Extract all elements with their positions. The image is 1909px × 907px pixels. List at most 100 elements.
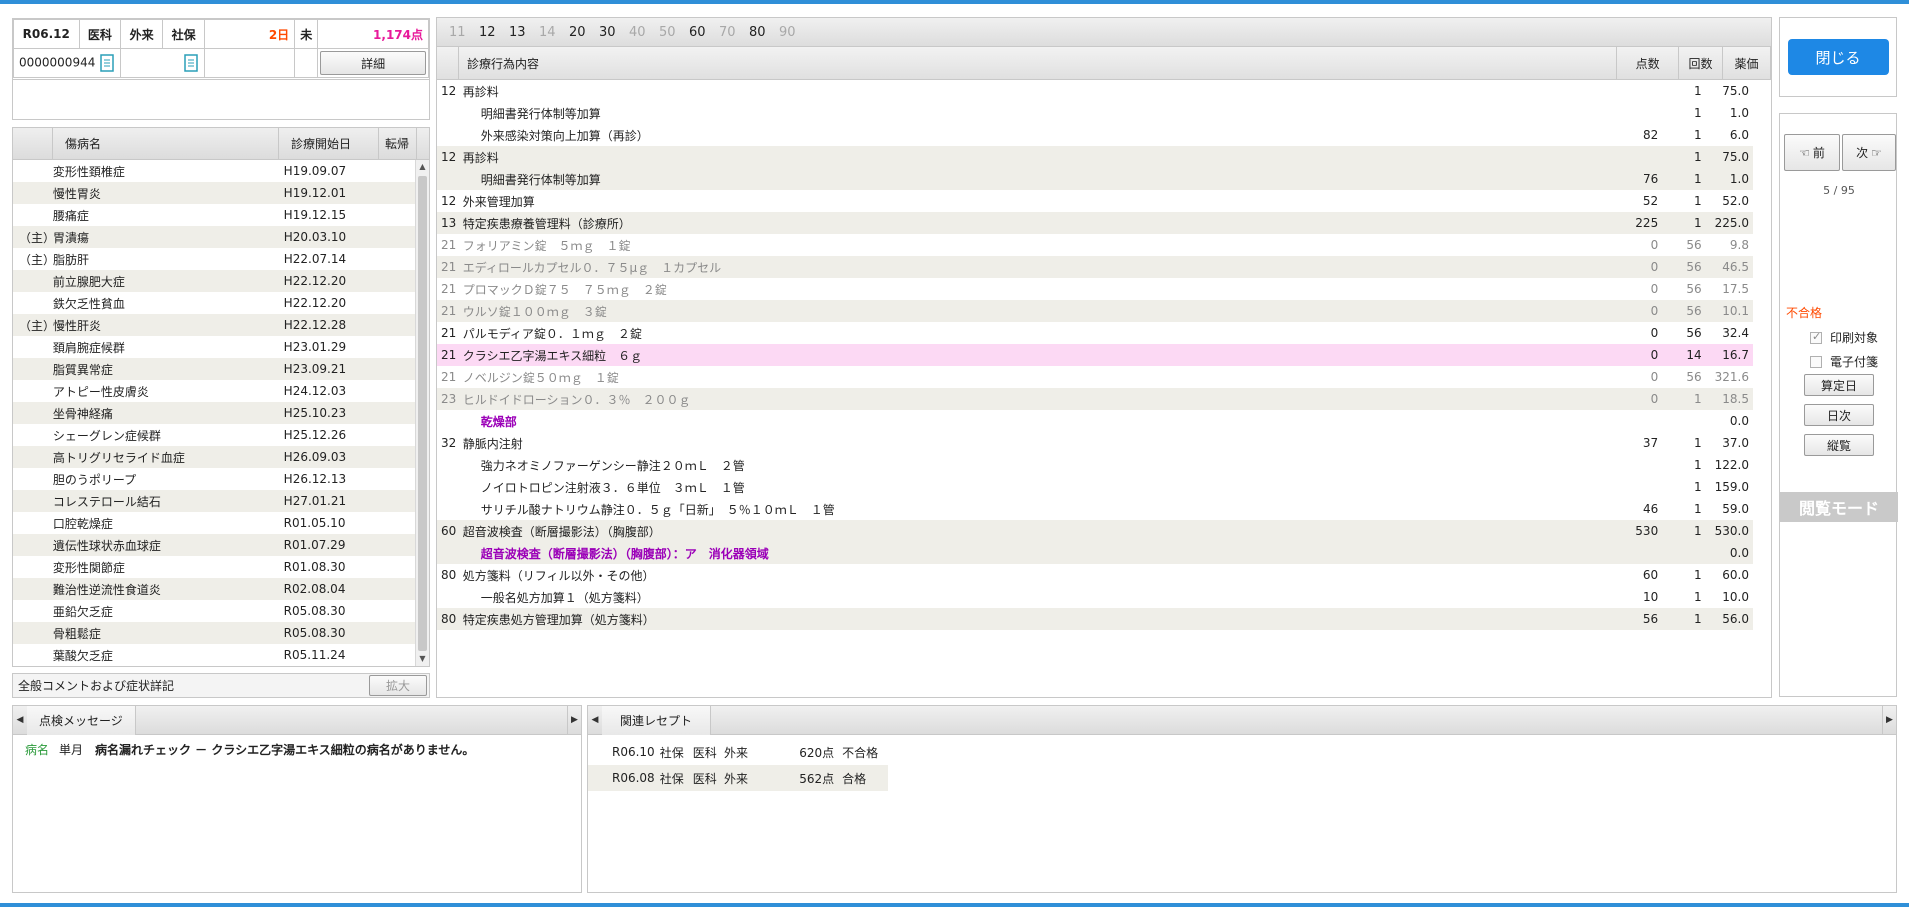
tab-scroll-left-icon[interactable]: ◀ [13,706,27,735]
treatment-count: 1 [1694,590,1702,604]
disease-row[interactable]: 高トリグリセライド血症 H26.09.03 [13,446,415,468]
price-column-header[interactable]: 薬価 [1723,47,1771,79]
code-tab[interactable]: 14 [539,25,569,40]
treatment-row[interactable]: 21 パルモディア錠０．１ｍｇ ２錠 0 56 32.4 [437,322,1753,344]
disease-row[interactable]: 変形性関節症 R01.08.30 [13,556,415,578]
code-tab[interactable]: 90 [779,25,809,40]
disease-row[interactable]: 亜鉛欠乏症 R05.08.30 [13,600,415,622]
check-message-row[interactable]: 病名 単月 病名漏れチェック － クラシエ乙字湯エキス細粒の病名がありません。 [13,735,581,763]
scroll-down-icon[interactable]: ▼ [416,652,429,666]
daily-button[interactable]: 日次 [1804,404,1874,426]
detail-button[interactable]: 詳細 [320,51,426,75]
treatment-row[interactable]: 21 フォリアミン錠 ５ｍｇ １錠 0 56 9.8 [437,234,1753,256]
treatment-row[interactable]: 13 特定疾患療養管理料（診療所） 225 1 225.0 [437,212,1753,234]
disease-row[interactable]: コレステロール結石 H27.01.21 [13,490,415,512]
treatment-row[interactable]: 80 特定疾患処方管理加算（処方箋料） 56 1 56.0 [437,608,1753,630]
disease-row[interactable]: 慢性胃炎 H19.12.01 [13,182,415,204]
scroll-thumb[interactable] [418,176,427,651]
treatment-row[interactable]: 乾燥部 0.0 [437,410,1753,432]
code-tab[interactable]: 12 [479,25,509,40]
code-tab[interactable]: 60 [689,25,719,40]
treatment-row[interactable]: 32 静脈内注射 37 1 37.0 [437,432,1753,454]
disease-start-date: R01.08.30 [283,560,346,574]
treatment-points: 0 [1650,392,1659,406]
document-icon-2[interactable] [183,54,199,72]
disease-row[interactable]: 骨粗鬆症 R05.08.30 [13,622,415,644]
code-tab[interactable]: 13 [509,25,539,40]
disease-row[interactable]: アトピー性皮膚炎 H24.12.03 [13,380,415,402]
disease-row[interactable]: シェーグレン症候群 H25.12.26 [13,424,415,446]
scroll-up-icon[interactable]: ▲ [416,160,429,174]
disease-row[interactable]: 葉酸欠乏症 R05.11.24 [13,644,415,666]
tab-check-messages[interactable]: 点検メッセージ [27,705,136,735]
treatment-row[interactable]: 明細書発行体制等加算 76 1 1.0 [437,168,1753,190]
code-tab[interactable]: 30 [599,25,629,40]
treatment-row[interactable]: 12 再診料 1 75.0 [437,80,1753,102]
treatment-row[interactable]: 21 プロマックＤ錠７５ ７５ｍｇ ２錠 0 56 17.5 [437,278,1753,300]
treatment-row[interactable]: 一般名処方加算１（処方箋料） 10 1 10.0 [437,586,1753,608]
code-tab[interactable]: 80 [749,25,779,40]
treatment-row[interactable]: 12 再診料 1 75.0 [437,146,1753,168]
tab-scroll-right-icon[interactable]: ▶ [1882,705,1896,735]
treatment-row[interactable]: 60 超音波検査（断層撮影法）（胸腹部） 530 1 530.0 [437,520,1753,542]
treatment-row[interactable]: 外来感染対策向上加算（再診） 82 1 6.0 [437,124,1753,146]
content-column-header[interactable]: 診療行為内容 [459,47,1618,79]
disease-row[interactable]: 頚肩腕症候群 H23.01.29 [13,336,415,358]
print-target-check-icon[interactable] [1810,330,1822,344]
treatment-row[interactable]: 23 ヒルドイドローション０．３％ ２００ｇ 0 1 18.5 [437,388,1753,410]
empty-cell [294,48,319,78]
tab-related-receipts[interactable]: 関連レセプト [602,705,712,735]
disease-row[interactable]: （主） 脂肪肝 H22.07.14 [13,248,415,270]
treatment-row[interactable]: サリチル酸ナトリウム静注０．５ｇ「日新」 ５％１０ｍＬ １管 46 1 59.0 [437,498,1753,520]
disease-row[interactable]: 前立腺肥大症 H22.12.20 [13,270,415,292]
document-icon[interactable] [99,54,115,72]
treatment-row[interactable]: 明細書発行体制等加算 1 1.0 [437,102,1753,124]
calc-date-button[interactable]: 算定日 [1804,374,1874,396]
tab-scroll-right-icon[interactable]: ▶ [567,705,581,735]
code-tab[interactable]: 70 [719,25,749,40]
code-tab[interactable]: 40 [629,25,659,40]
disease-row[interactable]: （主） 慢性肝炎 H22.12.28 [13,314,415,336]
disease-row[interactable]: 胆のうポリープ H26.12.13 [13,468,415,490]
next-button[interactable]: 次 ☞ [1842,134,1896,171]
disease-scrollbar[interactable]: ▲ ▼ [415,160,429,666]
disease-row[interactable]: 変形性頚椎症 H19.09.07 [13,160,415,182]
print-target-checkbox[interactable]: 印刷対象 [1810,329,1878,346]
e-attach-checkbox[interactable]: 電子付箋 [1810,353,1878,370]
treatment-row[interactable]: 21 ウルソ錠１００ｍｇ ３錠 0 56 10.1 [437,300,1753,322]
disease-row[interactable]: 坐骨神経痛 H25.10.23 [13,402,415,424]
vertical-view-button[interactable]: 縦覧 [1804,434,1874,456]
disease-row[interactable]: 難治性逆流性食道炎 R02.08.04 [13,578,415,600]
treatment-row[interactable]: ノイロトロピン注射液３．６単位 ３ｍＬ １管 1 159.0 [437,476,1753,498]
treatment-points: 46 [1642,502,1659,516]
points-column-header[interactable]: 点数 [1617,47,1680,79]
disease-name-column-header[interactable]: 傷病名 [53,128,279,159]
tab-scroll-left-icon[interactable]: ◀ [588,706,602,735]
disease-row[interactable]: 脂質異常症 H23.09.21 [13,358,415,380]
close-button[interactable]: 閉じる [1787,39,1889,75]
treatment-row[interactable]: 80 処方箋料（リフィル以外・その他） 60 1 60.0 [437,564,1753,586]
related-receipt-row[interactable]: R06.10 社保 医科 外来 620点 不合格 [588,739,888,765]
prev-button[interactable]: ☜ 前 [1784,134,1840,171]
treatment-row[interactable]: 21 ノベルジン錠５０ｍｇ １錠 0 56 321.6 [437,366,1753,388]
treatment-name: 特定疾患療養管理料（診療所） [462,216,631,231]
disease-row[interactable]: 遺伝性球状赤血球症 R01.07.29 [13,534,415,556]
disease-row[interactable]: 腰痛症 H19.12.15 [13,204,415,226]
treatment-row[interactable]: 超音波検査（断層撮影法）（胸腹部）：ア 消化器領域 0.0 [437,542,1753,564]
start-date-column-header[interactable]: 診療開始日 [279,128,379,159]
treatment-row[interactable]: 21 クラシエ乙字湯エキス細粒 ６ｇ 0 14 16.7 [437,344,1753,366]
disease-row[interactable]: （主） 胃潰瘍 H20.03.10 [13,226,415,248]
e-attach-check-icon[interactable] [1810,355,1822,368]
code-tab[interactable]: 11 [449,25,479,40]
count-column-header[interactable]: 回数 [1679,47,1724,79]
treatment-row[interactable]: 21 エディロールカプセル０．７５μｇ １カプセル 0 56 46.5 [437,256,1753,278]
code-tab[interactable]: 50 [659,25,689,40]
expand-button[interactable]: 拡大 [369,675,427,696]
outcome-column-header[interactable]: 転帰 [379,128,417,159]
treatment-row[interactable]: 12 外来管理加算 52 1 52.0 [437,190,1753,212]
treatment-row[interactable]: 強力ネオミノファーゲンシー静注２０ｍＬ ２管 1 122.0 [437,454,1753,476]
code-tab[interactable]: 20 [569,25,599,40]
related-receipt-row[interactable]: R06.08 社保 医科 外来 562点 合格 [588,765,888,791]
disease-row[interactable]: 口腔乾燥症 R01.05.10 [13,512,415,534]
disease-row[interactable]: 鉄欠乏性貧血 H22.12.20 [13,292,415,314]
